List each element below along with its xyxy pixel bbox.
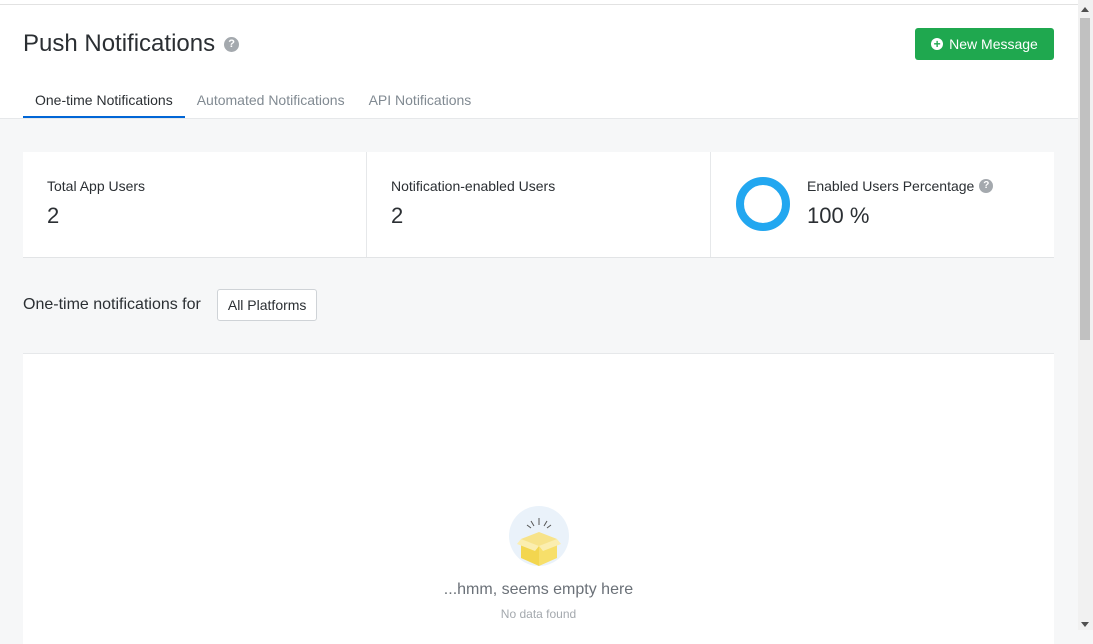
page-title-text: Push Notifications	[23, 30, 216, 57]
platform-selector[interactable]: All Platforms	[216, 289, 318, 321]
plus-circle-icon: +	[931, 38, 944, 50]
stat-label: Total App Users	[47, 178, 146, 194]
new-message-button[interactable]: + New Message	[915, 28, 1054, 60]
stats-card: Total App Users 2 Notification-enabled U…	[23, 152, 1054, 258]
stat-value: 100 %	[807, 203, 870, 228]
notifications-panel: ...hmm, seems empty here No data found	[23, 353, 1054, 644]
new-message-label: New Message	[949, 36, 1038, 52]
stat-label: Notification-enabled Users	[391, 178, 556, 194]
filter-row: One-time notifications for All Platforms	[23, 289, 318, 321]
page-header: Push Notifications ? + New Message One-t…	[0, 5, 1078, 119]
help-icon[interactable]: ?	[979, 179, 994, 193]
stat-label-text: Enabled Users Percentage	[807, 178, 975, 194]
stat-value: 2	[47, 203, 60, 228]
stat-label: Enabled Users Percentage ?	[807, 178, 994, 194]
tab-automated[interactable]: Automated Notifications	[185, 85, 357, 118]
scroll-thumb[interactable]	[1080, 18, 1090, 340]
stat-total-users: Total App Users 2	[23, 152, 366, 257]
stat-enabled-users: Notification-enabled Users 2	[366, 152, 710, 257]
empty-state-subtitle: No data found	[500, 607, 577, 621]
tab-one-time[interactable]: One-time Notifications	[23, 85, 185, 118]
vertical-scrollbar[interactable]	[1078, 0, 1093, 630]
tab-bar: One-time Notifications Automated Notific…	[23, 85, 483, 118]
empty-box-icon	[509, 506, 569, 566]
empty-state-title: ...hmm, seems empty here	[443, 581, 634, 598]
tab-api[interactable]: API Notifications	[357, 85, 484, 118]
donut-arc	[736, 177, 790, 231]
scroll-up-arrow-icon[interactable]	[1081, 7, 1089, 12]
stat-value: 2	[391, 203, 404, 228]
scroll-down-arrow-icon[interactable]	[1081, 622, 1089, 627]
page-title: Push Notifications ?	[23, 30, 240, 58]
help-icon[interactable]: ?	[224, 36, 240, 52]
donut-chart	[736, 177, 790, 231]
stat-enabled-percentage: Enabled Users Percentage ? 100 %	[710, 152, 1054, 257]
filter-label: One-time notifications for	[23, 296, 201, 313]
